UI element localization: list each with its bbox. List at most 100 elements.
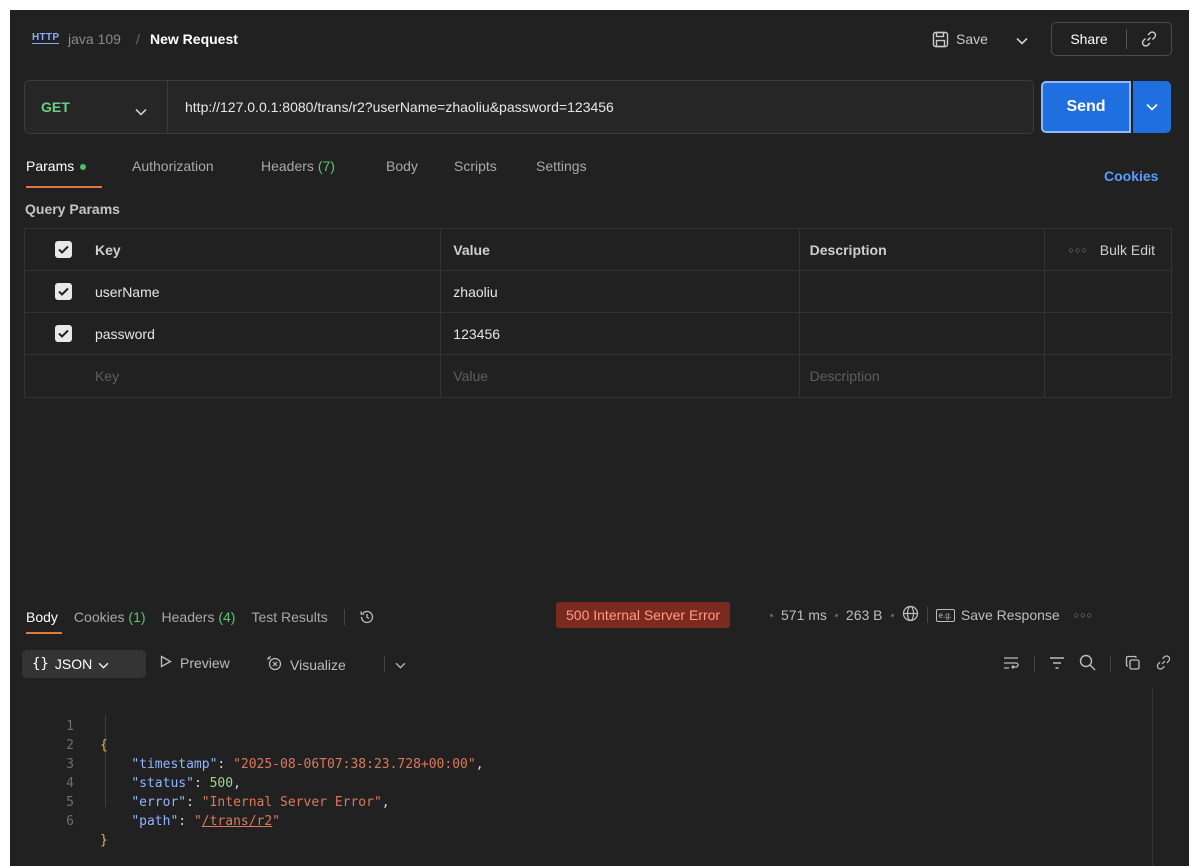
param-key-cell[interactable]: userName	[83, 271, 442, 312]
save-button[interactable]: Save	[932, 24, 988, 54]
json-key: "path"	[131, 814, 179, 829]
table-row: userName zhaoliu	[25, 271, 1171, 313]
response-format-toolbar: {} JSON Preview Visualize	[22, 650, 1172, 678]
tab-params[interactable]: Params	[26, 158, 132, 186]
active-tab-indicator	[26, 186, 102, 188]
url-bar: GET http://127.0.0.1:8080/trans/r2?userN…	[24, 80, 1034, 134]
breadcrumb-collection[interactable]: java 109	[68, 31, 121, 47]
visualize-dropdown[interactable]	[384, 656, 406, 672]
play-icon	[160, 655, 172, 671]
format-label: JSON	[54, 656, 93, 672]
select-all-checkbox-cell	[25, 229, 83, 270]
table-row: password 123456	[25, 313, 1171, 355]
row-actions-cell	[1045, 355, 1171, 397]
divider	[1034, 656, 1035, 672]
json-path-link[interactable]: /trans/r2	[202, 814, 272, 829]
history-icon[interactable]	[359, 609, 375, 625]
divider	[926, 607, 928, 623]
query-params-table: Key Value Description ○○○ Bulk Edit user…	[24, 228, 1172, 398]
share-button-group: Share	[1051, 22, 1172, 56]
tab-authorization[interactable]: Authorization	[132, 158, 261, 186]
url-input[interactable]: http://127.0.0.1:8080/trans/r2?userName=…	[185, 99, 614, 115]
cookies-link[interactable]: Cookies	[1104, 168, 1158, 184]
code-scrollbar[interactable]	[1152, 688, 1153, 866]
param-key-cell[interactable]: password	[83, 313, 442, 354]
response-time[interactable]: 571 ms	[781, 607, 827, 623]
row-checkbox-cell	[25, 355, 83, 397]
row-actions-cell	[1045, 313, 1171, 354]
column-header-key: Key	[83, 229, 442, 270]
meta-dot	[770, 613, 773, 617]
response-tab-headers[interactable]: Headers (4)	[162, 609, 236, 625]
check-icon	[58, 329, 69, 338]
code-line: 3 "status": 500,	[10, 736, 1150, 791]
wrap-lines-icon[interactable]	[1002, 655, 1020, 674]
row-checkbox[interactable]	[55, 325, 72, 342]
request-tabs: Params Authorization Headers (7) Body Sc…	[26, 158, 616, 186]
method-divider	[167, 81, 168, 133]
tab-headers[interactable]: Headers (7)	[261, 158, 386, 186]
response-tabs: Body Cookies (1) Headers (4) Test Result…	[26, 605, 375, 629]
chevron-down-icon	[395, 656, 406, 672]
save-dropdown-chevron-down-icon[interactable]	[1016, 32, 1028, 48]
tab-scripts[interactable]: Scripts	[454, 158, 536, 186]
params-active-dot	[80, 164, 87, 171]
format-select[interactable]: {} JSON	[22, 650, 146, 678]
code-line: 6 }	[10, 793, 1150, 848]
tab-settings[interactable]: Settings	[536, 158, 616, 186]
row-checkbox-cell	[25, 313, 83, 354]
response-tab-test-results[interactable]: Test Results	[251, 609, 327, 625]
save-response-button[interactable]: e.g. Save Response	[935, 607, 1060, 623]
breadcrumb-request-name[interactable]: New Request	[150, 31, 238, 47]
example-icon: e.g.	[935, 608, 955, 622]
send-options-chevron-down-icon[interactable]	[1133, 81, 1171, 133]
response-tab-cookies[interactable]: Cookies (1)	[74, 609, 146, 625]
code-line: 5 "path": "/trans/r2"	[10, 774, 1150, 829]
visualize-button[interactable]: Visualize	[266, 655, 346, 674]
send-button[interactable]: Send	[1041, 81, 1131, 133]
new-value-input[interactable]: Value	[441, 355, 800, 397]
param-value-cell[interactable]: zhaoliu	[441, 271, 800, 312]
param-value-cell[interactable]: 123456	[441, 313, 800, 354]
divider	[343, 609, 345, 625]
bulk-edit-button[interactable]: ○○○ Bulk Edit	[1045, 229, 1171, 270]
new-description-input[interactable]: Description	[800, 355, 1046, 397]
line-number: 6	[66, 814, 74, 829]
column-header-description: Description	[800, 229, 1046, 270]
method-chevron-down-icon[interactable]	[135, 103, 147, 119]
link-icon[interactable]	[1155, 654, 1172, 674]
filter-icon[interactable]	[1049, 656, 1065, 673]
new-key-input[interactable]: Key	[83, 355, 442, 397]
response-meta: 571 ms 263 B e.g. Save Response ○○○	[770, 605, 1093, 625]
row-checkbox[interactable]	[55, 283, 72, 300]
row-checkbox-cell	[25, 271, 83, 312]
table-header-row: Key Value Description ○○○ Bulk Edit	[25, 229, 1171, 271]
param-description-cell[interactable]	[800, 271, 1046, 312]
select-all-checkbox[interactable]	[55, 241, 72, 258]
globe-icon[interactable]	[902, 605, 919, 625]
breadcrumb-separator: /	[136, 31, 140, 47]
param-description-cell[interactable]	[800, 313, 1046, 354]
preview-button[interactable]: Preview	[160, 655, 230, 671]
more-options-icon[interactable]: ○○○	[1068, 245, 1087, 255]
status-badge[interactable]: 500 Internal Server Error	[556, 602, 731, 628]
visualize-label: Visualize	[290, 656, 346, 673]
method-select[interactable]: GET	[41, 99, 70, 115]
copy-icon[interactable]	[1125, 655, 1141, 674]
more-options-icon[interactable]: ○○○	[1074, 610, 1093, 620]
tab-body[interactable]: Body	[386, 158, 454, 186]
search-icon[interactable]	[1079, 654, 1096, 674]
postman-window: HTTP java 109 / New Request Save Share G…	[10, 10, 1189, 866]
copy-link-icon[interactable]	[1127, 30, 1171, 48]
table-row-new: Key Value Description	[25, 355, 1171, 397]
response-body-code[interactable]: 1 { 2 "timestamp": "2025-08-06T07:38:23.…	[10, 698, 1150, 848]
response-size[interactable]: 263 B	[846, 607, 883, 623]
query-params-title: Query Params	[25, 201, 120, 217]
response-tab-body[interactable]: Body	[26, 609, 58, 625]
visualize-icon	[266, 655, 282, 674]
save-response-label: Save Response	[960, 607, 1060, 623]
share-button[interactable]: Share	[1052, 31, 1126, 47]
preview-label: Preview	[180, 655, 230, 671]
request-header: HTTP java 109 / New Request Save Share	[10, 10, 1189, 68]
save-icon	[932, 31, 949, 48]
